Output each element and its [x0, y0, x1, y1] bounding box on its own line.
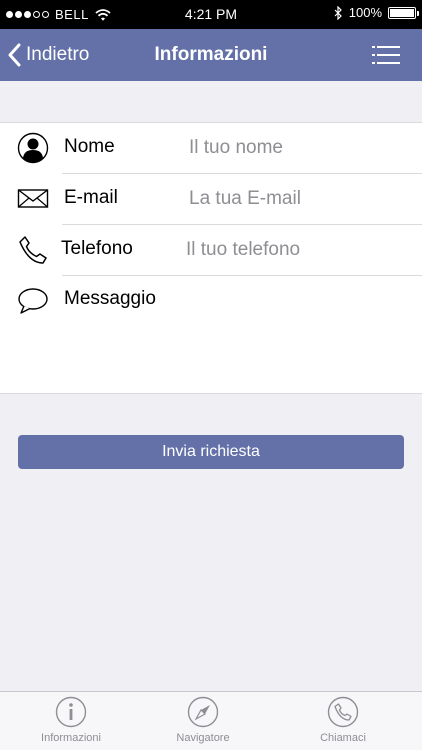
user-silhouette-icon	[17, 132, 49, 164]
list-menu-icon[interactable]	[372, 45, 400, 65]
tab-chiamaci[interactable]: Chiamaci	[273, 692, 413, 750]
email-field[interactable]	[189, 184, 409, 214]
form-row-email: E-mail	[0, 174, 422, 225]
info-icon	[55, 696, 87, 728]
bluetooth-icon	[334, 5, 342, 20]
battery-percent: 100%	[348, 5, 382, 20]
status-bar: BELL 4:21 PM 100%	[0, 0, 422, 29]
battery-icon	[388, 6, 419, 19]
back-button[interactable]: Indietro	[8, 29, 89, 81]
form-row-name: Nome	[0, 123, 422, 174]
battery-fill	[390, 8, 414, 17]
tab-navigatore[interactable]: Navigatore	[133, 692, 273, 750]
message-label: Messaggio	[64, 288, 156, 309]
phone-icon	[19, 236, 47, 264]
tab-informazioni[interactable]: Informazioni	[1, 692, 141, 750]
status-right: 100%	[334, 5, 419, 20]
name-field[interactable]	[189, 133, 409, 163]
chevron-left-icon	[8, 43, 21, 67]
tab-label: Informazioni	[41, 732, 101, 744]
back-label: Indietro	[26, 44, 90, 65]
phone-label: Telefono	[61, 238, 133, 259]
phone-icon	[327, 696, 359, 728]
form-row-phone: Telefono	[0, 225, 422, 276]
name-label: Nome	[64, 136, 115, 157]
email-label: E-mail	[64, 187, 118, 208]
tab-bar: Informazioni Navigatore Chiamaci	[0, 691, 422, 750]
compass-icon	[187, 696, 219, 728]
message-field[interactable]	[189, 283, 409, 383]
submit-button[interactable]: Invia richiesta	[18, 435, 404, 469]
phone-field[interactable]	[186, 235, 406, 265]
tab-label: Navigatore	[176, 732, 230, 744]
contact-form: Nome E-mail Telefono Messaggio	[0, 122, 422, 394]
tab-label: Chiamaci	[320, 732, 366, 744]
envelope-icon	[17, 189, 49, 208]
navigation-bar: Indietro Informazioni	[0, 29, 422, 81]
speech-bubble-icon	[18, 288, 48, 314]
